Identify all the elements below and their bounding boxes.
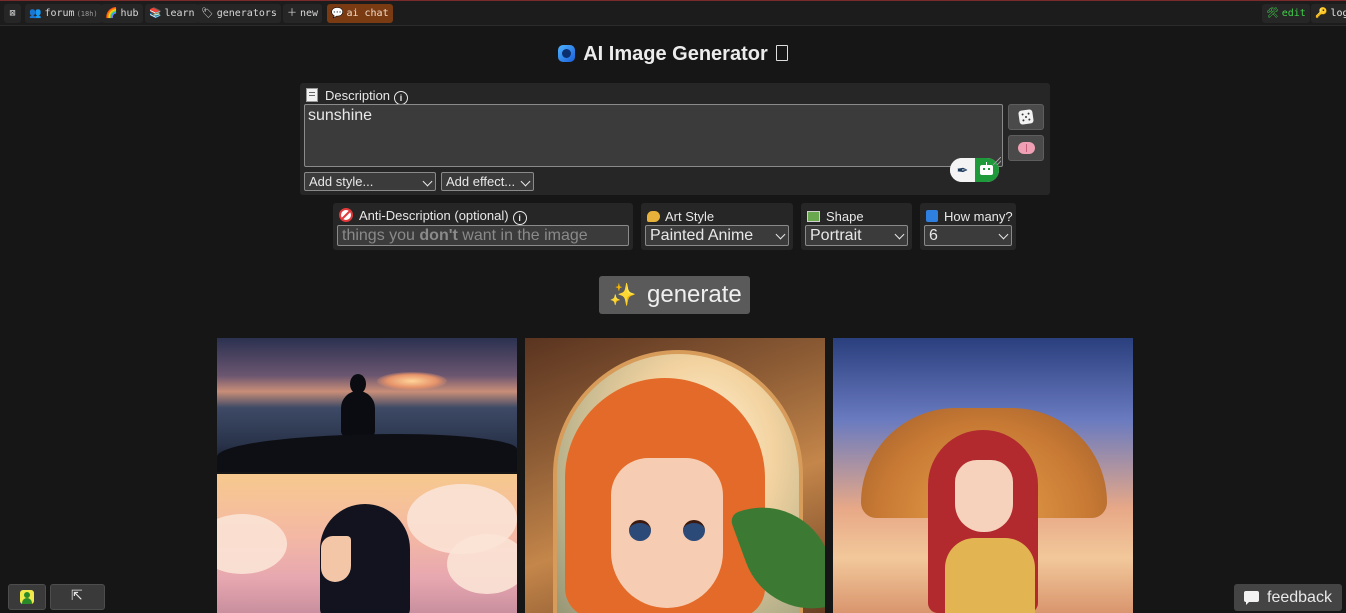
resize-handle[interactable] xyxy=(993,157,1001,165)
brain-icon xyxy=(1018,142,1035,154)
account-button[interactable] xyxy=(8,584,46,610)
shape-label: Shape xyxy=(807,209,864,224)
info-icon[interactable]: i xyxy=(512,211,527,225)
nav-learn-label: learn xyxy=(164,8,195,19)
add-effect-value: Add effect... xyxy=(446,174,516,189)
page-title-text: AI Image Generator xyxy=(583,43,768,65)
page-title: AI Image Generator xyxy=(0,43,1346,66)
login-label: log xyxy=(1330,8,1346,19)
edit-button[interactable]: 🛠 edit xyxy=(1262,4,1310,23)
books-icon: 📚 xyxy=(149,8,162,19)
nav-forum[interactable]: 👥 forum (18h) xyxy=(25,4,102,23)
random-prompt-button[interactable] xyxy=(1008,104,1044,130)
placeholder-suffix: want in the image xyxy=(457,227,588,244)
speech-bubble-icon xyxy=(1244,591,1259,605)
nav-ai-chat-label: ai chat xyxy=(346,8,389,19)
chevron-down-icon xyxy=(422,176,433,187)
nav-new[interactable]: ＋ new xyxy=(283,4,323,23)
numbers-icon xyxy=(926,210,938,222)
chevron-down-icon xyxy=(520,176,531,187)
dice-icon xyxy=(1018,109,1034,125)
description-input[interactable]: sunshine ✒ xyxy=(304,104,1003,182)
chat-icon: 💬 xyxy=(331,8,344,19)
nav-generators-label: generators xyxy=(216,8,277,19)
description-value: sunshine xyxy=(308,107,373,124)
close-button[interactable]: ⊠ xyxy=(4,4,21,23)
key-icon: 🔑 xyxy=(1315,8,1328,19)
shape-panel: Shape Portrait xyxy=(801,203,912,250)
prohibited-icon xyxy=(339,208,353,222)
prompt-helper-pill[interactable]: ✒ xyxy=(950,158,999,182)
nav-hub-label: hub xyxy=(120,8,139,19)
top-nav-bar: ⊠ 👥 forum (18h) 🌈 hub 📚 learn 🏷 generators ＋ n… xyxy=(0,0,1346,26)
placeholder-prefix: things you xyxy=(342,227,420,244)
feather-icon[interactable]: ✒ xyxy=(950,158,975,182)
login-button[interactable]: 🔑 log xyxy=(1311,4,1346,23)
nav-learn[interactable]: 📚 learn xyxy=(145,4,199,23)
info-icon[interactable]: i xyxy=(394,91,409,105)
add-effect-select[interactable]: Add effect... xyxy=(441,172,534,191)
framed-picture-icon xyxy=(807,211,820,222)
people-icon: 👥 xyxy=(29,8,42,19)
how-many-select[interactable]: 6 xyxy=(924,225,1012,246)
art-style-panel: Art Style Painted Anime xyxy=(641,203,793,250)
generate-button[interactable]: ✨ generate xyxy=(599,276,750,314)
palette-icon xyxy=(647,211,660,222)
generated-image[interactable] xyxy=(833,338,1133,613)
generate-label: generate xyxy=(647,281,742,308)
feedback-button[interactable]: feedback xyxy=(1234,584,1342,611)
rainbow-icon: 🌈 xyxy=(105,8,118,19)
edit-label: edit xyxy=(1281,8,1306,19)
chevron-down-icon xyxy=(894,229,905,240)
description-panel: Description i sunshine ✒ Add style... Add… xyxy=(300,83,1050,195)
logo-icon xyxy=(558,45,576,62)
how-many-panel: How many? 6 xyxy=(920,203,1016,250)
nav-forum-label: forum xyxy=(44,8,75,19)
art-style-value: Painted Anime xyxy=(650,227,754,244)
how-many-value: 6 xyxy=(929,227,938,244)
how-many-label: How many? xyxy=(926,209,1013,224)
plus-icon: ＋ xyxy=(287,8,297,19)
brain-button[interactable] xyxy=(1008,135,1044,161)
shape-label-text: Shape xyxy=(826,209,864,224)
close-icon: ⊠ xyxy=(9,8,16,19)
add-style-select[interactable]: Add style... xyxy=(304,172,436,191)
sparkle-icon: ✨ xyxy=(609,282,637,307)
scroll-top-button[interactable]: ⇱ xyxy=(50,584,105,610)
art-style-select[interactable]: Painted Anime xyxy=(645,225,789,246)
note-icon xyxy=(306,88,318,102)
forum-badge: (18h) xyxy=(76,10,98,18)
nav-hub[interactable]: 🌈 hub xyxy=(101,4,143,23)
person-icon xyxy=(20,590,34,604)
how-many-label-text: How many? xyxy=(944,209,1013,224)
description-label-text: Description xyxy=(325,88,391,103)
generated-image[interactable] xyxy=(217,474,517,613)
nav-generators[interactable]: 🏷 generators xyxy=(197,4,281,23)
generated-image[interactable] xyxy=(217,338,517,472)
shape-select[interactable]: Portrait xyxy=(805,225,908,246)
add-style-value: Add style... xyxy=(309,174,374,189)
anti-description-label-text: Anti-Description (optional) xyxy=(359,208,509,223)
tools-icon: 🛠 xyxy=(1266,8,1279,19)
shape-value: Portrait xyxy=(810,227,862,244)
feedback-label: feedback xyxy=(1267,589,1332,606)
art-style-label: Art Style xyxy=(647,209,714,224)
anti-description-input[interactable]: things you don't want in the image xyxy=(337,225,629,246)
description-label: Description i xyxy=(306,88,409,105)
art-style-label-text: Art Style xyxy=(665,209,715,224)
chevron-down-icon xyxy=(775,229,786,240)
unknown-glyph-icon xyxy=(775,45,788,61)
anti-description-label: Anti-Description (optional) i xyxy=(339,208,527,225)
chevron-down-icon xyxy=(998,229,1009,240)
arrow-up-left-icon: ⇱ xyxy=(71,588,83,604)
anti-description-panel: Anti-Description (optional) i things you … xyxy=(333,203,633,250)
nav-new-label: new xyxy=(300,8,319,19)
generated-image[interactable] xyxy=(525,338,825,613)
placeholder-bold: don't xyxy=(419,227,458,244)
tag-icon: 🏷 xyxy=(201,8,214,19)
nav-ai-chat[interactable]: 💬 ai chat xyxy=(327,4,393,23)
